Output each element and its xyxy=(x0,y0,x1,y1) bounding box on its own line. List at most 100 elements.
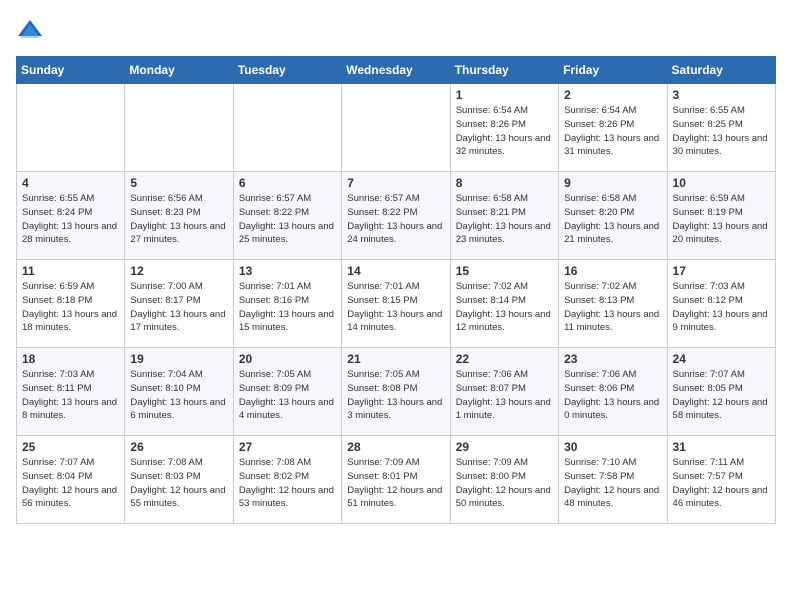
calendar-cell xyxy=(17,84,125,172)
day-number: 1 xyxy=(456,88,553,102)
day-info: Sunrise: 7:01 AM Sunset: 8:16 PM Dayligh… xyxy=(239,280,336,335)
day-info: Sunrise: 7:09 AM Sunset: 8:00 PM Dayligh… xyxy=(456,456,553,511)
calendar-cell: 24Sunrise: 7:07 AM Sunset: 8:05 PM Dayli… xyxy=(667,348,775,436)
logo xyxy=(16,16,48,44)
calendar-cell: 19 Sunrise: 7:04 AM Sunset: 8:10 PM Dayli… xyxy=(125,348,233,436)
day-info: Sunrise: 6:57 AM Sunset: 8:22 PM Dayligh… xyxy=(347,192,444,247)
day-number: 15 xyxy=(456,264,553,278)
day-number: 25 xyxy=(22,440,119,454)
day-number: 22 xyxy=(456,352,553,366)
day-number: 10 xyxy=(673,176,770,190)
calendar-cell: 31 Sunrise: 7:11 AM Sunset: 7:57 PM Dayli… xyxy=(667,436,775,524)
weekday-header: Wednesday xyxy=(342,57,450,84)
day-info: Sunrise: 7:01 AM Sunset: 8:15 PM Dayligh… xyxy=(347,280,444,335)
calendar-cell: 2 Sunrise: 6:54 AM Sunset: 8:26 PM Daylig… xyxy=(559,84,667,172)
day-number: 8 xyxy=(456,176,553,190)
calendar-cell: 27 Sunrise: 7:08 AM Sunset: 8:02 PM Dayli… xyxy=(233,436,341,524)
calendar-cell: 5 Sunrise: 6:56 AM Sunset: 8:23 PM Daylig… xyxy=(125,172,233,260)
day-number: 27 xyxy=(239,440,336,454)
day-number: 31 xyxy=(673,440,770,454)
day-number: 16 xyxy=(564,264,661,278)
day-info: Sunrise: 7:02 AM Sunset: 8:14 PM Dayligh… xyxy=(456,280,553,335)
calendar-cell: 17 Sunrise: 7:03 AM Sunset: 8:12 PM Dayli… xyxy=(667,260,775,348)
day-number: 19 xyxy=(130,352,227,366)
day-number: 21 xyxy=(347,352,444,366)
day-info: Sunrise: 7:03 AM Sunset: 8:12 PM Dayligh… xyxy=(673,280,770,335)
day-number: 11 xyxy=(22,264,119,278)
day-info: Sunrise: 7:03 AM Sunset: 8:11 PM Dayligh… xyxy=(22,368,119,423)
calendar-cell xyxy=(342,84,450,172)
day-info: Sunrise: 7:06 AM Sunset: 8:06 PM Dayligh… xyxy=(564,368,661,423)
calendar-cell xyxy=(233,84,341,172)
calendar-cell: 16 Sunrise: 7:02 AM Sunset: 8:13 PM Dayli… xyxy=(559,260,667,348)
day-number: 24 xyxy=(673,352,770,366)
calendar-cell: 12 Sunrise: 7:00 AM Sunset: 8:17 PM Dayli… xyxy=(125,260,233,348)
day-info: Sunrise: 7:00 AM Sunset: 8:17 PM Dayligh… xyxy=(130,280,227,335)
calendar-table: SundayMondayTuesdayWednesdayThursdayFrid… xyxy=(16,56,776,524)
day-number: 2 xyxy=(564,88,661,102)
day-number: 13 xyxy=(239,264,336,278)
calendar-week-row: 11 Sunrise: 6:59 AM Sunset: 8:18 PM Dayli… xyxy=(17,260,776,348)
logo-icon xyxy=(16,16,44,44)
day-info: Sunrise: 6:55 AM Sunset: 8:24 PM Dayligh… xyxy=(22,192,119,247)
day-number: 29 xyxy=(456,440,553,454)
calendar-week-row: 25 Sunrise: 7:07 AM Sunset: 8:04 PM Dayli… xyxy=(17,436,776,524)
calendar-cell: 9 Sunrise: 6:58 AM Sunset: 8:20 PM Daylig… xyxy=(559,172,667,260)
day-info: Sunrise: 6:59 AM Sunset: 8:19 PM Dayligh… xyxy=(673,192,770,247)
weekday-header: Sunday xyxy=(17,57,125,84)
calendar-cell: 23Sunrise: 7:06 AM Sunset: 8:06 PM Dayli… xyxy=(559,348,667,436)
day-number: 17 xyxy=(673,264,770,278)
calendar-cell: 1 Sunrise: 6:54 AM Sunset: 8:26 PM Daylig… xyxy=(450,84,558,172)
calendar-cell: 20 Sunrise: 7:05 AM Sunset: 8:09 PM Dayli… xyxy=(233,348,341,436)
calendar-cell: 18 Sunrise: 7:03 AM Sunset: 8:11 PM Dayli… xyxy=(17,348,125,436)
day-number: 26 xyxy=(130,440,227,454)
calendar-cell: 14 Sunrise: 7:01 AM Sunset: 8:15 PM Dayli… xyxy=(342,260,450,348)
day-number: 6 xyxy=(239,176,336,190)
calendar-cell: 21 Sunrise: 7:05 AM Sunset: 8:08 PM Dayli… xyxy=(342,348,450,436)
day-info: Sunrise: 7:02 AM Sunset: 8:13 PM Dayligh… xyxy=(564,280,661,335)
calendar-cell: 10 Sunrise: 6:59 AM Sunset: 8:19 PM Dayli… xyxy=(667,172,775,260)
day-number: 18 xyxy=(22,352,119,366)
calendar-cell: 25 Sunrise: 7:07 AM Sunset: 8:04 PM Dayli… xyxy=(17,436,125,524)
day-number: 20 xyxy=(239,352,336,366)
calendar-week-row: 18 Sunrise: 7:03 AM Sunset: 8:11 PM Dayli… xyxy=(17,348,776,436)
weekday-header: Tuesday xyxy=(233,57,341,84)
day-info: Sunrise: 7:08 AM Sunset: 8:03 PM Dayligh… xyxy=(130,456,227,511)
calendar-week-row: 4 Sunrise: 6:55 AM Sunset: 8:24 PM Daylig… xyxy=(17,172,776,260)
day-number: 14 xyxy=(347,264,444,278)
day-info: Sunrise: 7:06 AM Sunset: 8:07 PM Dayligh… xyxy=(456,368,553,423)
day-info: Sunrise: 7:04 AM Sunset: 8:10 PM Dayligh… xyxy=(130,368,227,423)
day-info: Sunrise: 7:07 AM Sunset: 8:04 PM Dayligh… xyxy=(22,456,119,511)
day-number: 5 xyxy=(130,176,227,190)
weekday-header: Monday xyxy=(125,57,233,84)
weekday-header: Thursday xyxy=(450,57,558,84)
calendar-week-row: 1 Sunrise: 6:54 AM Sunset: 8:26 PM Daylig… xyxy=(17,84,776,172)
day-info: Sunrise: 7:05 AM Sunset: 8:09 PM Dayligh… xyxy=(239,368,336,423)
day-info: Sunrise: 7:11 AM Sunset: 7:57 PM Dayligh… xyxy=(673,456,770,511)
calendar-cell: 15 Sunrise: 7:02 AM Sunset: 8:14 PM Dayli… xyxy=(450,260,558,348)
weekday-header: Saturday xyxy=(667,57,775,84)
calendar-cell: 29 Sunrise: 7:09 AM Sunset: 8:00 PM Dayli… xyxy=(450,436,558,524)
calendar-cell: 11 Sunrise: 6:59 AM Sunset: 8:18 PM Dayli… xyxy=(17,260,125,348)
calendar-cell: 13 Sunrise: 7:01 AM Sunset: 8:16 PM Dayli… xyxy=(233,260,341,348)
day-number: 7 xyxy=(347,176,444,190)
calendar-header-row: SundayMondayTuesdayWednesdayThursdayFrid… xyxy=(17,57,776,84)
calendar-cell: 28Sunrise: 7:09 AM Sunset: 8:01 PM Dayli… xyxy=(342,436,450,524)
day-info: Sunrise: 6:57 AM Sunset: 8:22 PM Dayligh… xyxy=(239,192,336,247)
day-info: Sunrise: 7:08 AM Sunset: 8:02 PM Dayligh… xyxy=(239,456,336,511)
day-number: 9 xyxy=(564,176,661,190)
day-number: 4 xyxy=(22,176,119,190)
day-number: 30 xyxy=(564,440,661,454)
day-number: 12 xyxy=(130,264,227,278)
day-info: Sunrise: 6:54 AM Sunset: 8:26 PM Dayligh… xyxy=(456,104,553,159)
calendar-cell: 30Sunrise: 7:10 AM Sunset: 7:58 PM Dayli… xyxy=(559,436,667,524)
calendar-cell: 6 Sunrise: 6:57 AM Sunset: 8:22 PM Daylig… xyxy=(233,172,341,260)
day-info: Sunrise: 6:58 AM Sunset: 8:20 PM Dayligh… xyxy=(564,192,661,247)
day-info: Sunrise: 6:56 AM Sunset: 8:23 PM Dayligh… xyxy=(130,192,227,247)
calendar-cell: 3Sunrise: 6:55 AM Sunset: 8:25 PM Daylig… xyxy=(667,84,775,172)
calendar-cell: 7 Sunrise: 6:57 AM Sunset: 8:22 PM Daylig… xyxy=(342,172,450,260)
day-info: Sunrise: 7:05 AM Sunset: 8:08 PM Dayligh… xyxy=(347,368,444,423)
day-info: Sunrise: 6:59 AM Sunset: 8:18 PM Dayligh… xyxy=(22,280,119,335)
calendar-cell: 26 Sunrise: 7:08 AM Sunset: 8:03 PM Dayli… xyxy=(125,436,233,524)
day-info: Sunrise: 6:54 AM Sunset: 8:26 PM Dayligh… xyxy=(564,104,661,159)
